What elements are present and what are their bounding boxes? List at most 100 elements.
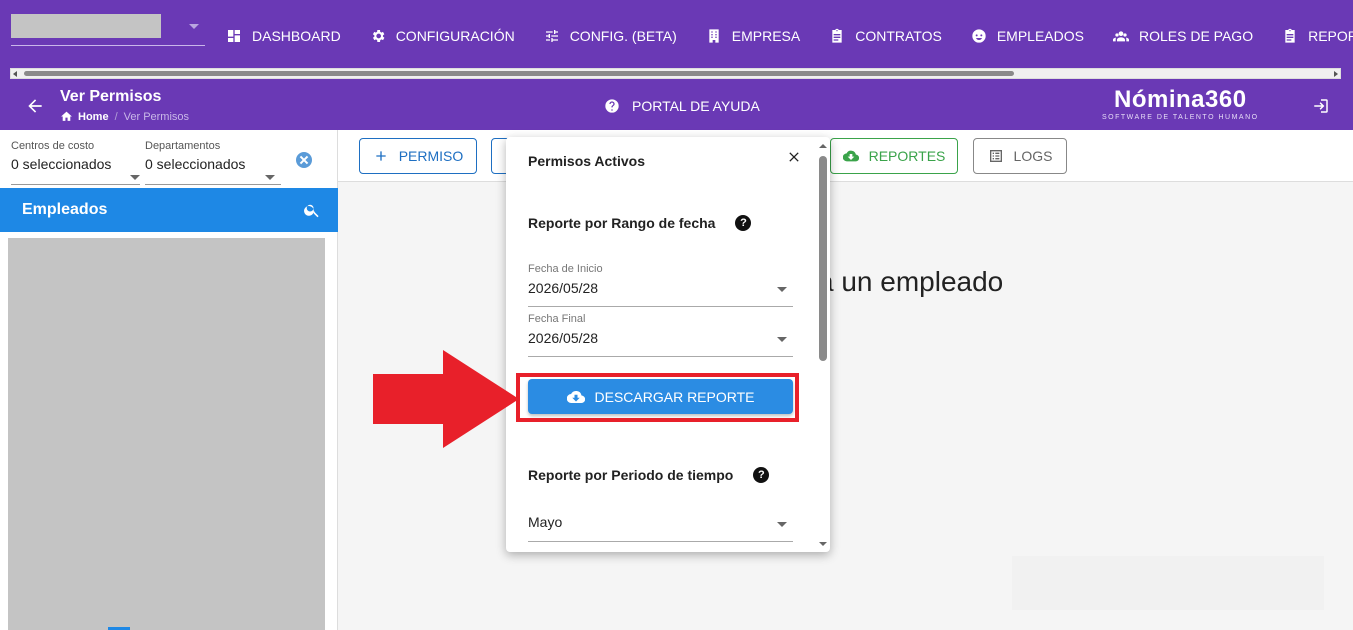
cost-center-filter[interactable]: Centros de costo 0 seleccionados bbox=[11, 140, 140, 185]
clear-filters-icon[interactable] bbox=[296, 152, 312, 168]
close-icon[interactable] bbox=[786, 149, 802, 165]
nav-label: CONFIG. (BETA) bbox=[569, 28, 677, 44]
section-title-text: Reporte por Rango de fecha bbox=[528, 215, 716, 231]
highlight-box bbox=[516, 373, 799, 422]
nav-reportes[interactable]: REPORTES bbox=[1282, 28, 1353, 44]
period-section-title: Reporte por Periodo de tiempo ? bbox=[528, 467, 770, 483]
end-date-label: Fecha Final bbox=[528, 313, 586, 325]
nav-configuracion[interactable]: CONFIGURACIÓN bbox=[370, 28, 515, 44]
face-icon bbox=[972, 29, 986, 43]
employee-panel: Centros de costo 0 seleccionados Departa… bbox=[0, 130, 338, 630]
help-portal-link[interactable]: PORTAL DE AYUDA bbox=[604, 98, 760, 114]
dialog-title: Permisos Activos bbox=[528, 153, 645, 169]
search-icon[interactable] bbox=[303, 201, 321, 219]
nav-label: EMPLEADOS bbox=[996, 28, 1084, 44]
nav-label: DASHBOARD bbox=[252, 28, 341, 44]
help-icon[interactable]: ? bbox=[735, 215, 752, 231]
nav-empleados[interactable]: EMPLEADOS bbox=[971, 28, 1084, 44]
help-circle-icon bbox=[605, 99, 619, 113]
brand-logo: Nómina360 SOFTWARE DE TALENTO HUMANO bbox=[1102, 86, 1259, 122]
nav-dashboard[interactable]: DASHBOARD bbox=[226, 28, 341, 44]
nav-label: ROLES DE PAGO bbox=[1138, 28, 1254, 44]
nav-label: REPORTES bbox=[1308, 28, 1353, 44]
scroll-left-icon[interactable] bbox=[13, 71, 17, 77]
company-select[interactable] bbox=[11, 14, 205, 46]
logs-button[interactable]: LOGS bbox=[973, 138, 1067, 174]
nav-empresa[interactable]: EMPRESA bbox=[706, 28, 800, 44]
help-label: PORTAL DE AYUDA bbox=[632, 98, 760, 114]
nav-contratos[interactable]: CONTRATOS bbox=[829, 28, 942, 44]
dashboard-icon bbox=[228, 30, 240, 42]
logout-icon[interactable] bbox=[1312, 97, 1330, 115]
breadcrumb-current: Ver Permisos bbox=[123, 110, 190, 123]
gear-icon bbox=[372, 30, 385, 42]
plus-icon bbox=[376, 151, 386, 161]
department-filter[interactable]: Departamentos 0 seleccionados bbox=[145, 140, 281, 185]
chevron-down-icon bbox=[777, 287, 787, 292]
toolbar: PERMISO REPORTES LOGS bbox=[338, 130, 1353, 182]
nav-label: EMPRESA bbox=[731, 28, 801, 44]
divider bbox=[11, 184, 140, 185]
permisos-report-dialog: Permisos Activos Reporte por Rango de fe… bbox=[506, 137, 830, 552]
arrow-left-icon[interactable] bbox=[25, 96, 45, 116]
nav-horizontal-scrollbar[interactable] bbox=[10, 68, 1341, 79]
scroll-up-icon[interactable] bbox=[819, 144, 827, 148]
brand-tagline: SOFTWARE DE TALENTO HUMANO bbox=[1102, 114, 1259, 121]
scroll-down-icon[interactable] bbox=[819, 542, 827, 546]
start-date-value: 2026/05/28 bbox=[528, 280, 599, 296]
breadcrumb-home[interactable]: Home bbox=[78, 111, 109, 123]
arrow-right-icon bbox=[373, 350, 519, 448]
page-header: Ver Permisos Home / Ver Permisos PORTAL … bbox=[0, 82, 1353, 130]
scroll-right-icon[interactable] bbox=[1334, 71, 1338, 77]
empty-state-message: a un empleado bbox=[818, 266, 1004, 297]
end-date-select[interactable]: Fecha Final 2026/05/28 bbox=[528, 313, 793, 357]
clipboard-icon bbox=[1285, 28, 1295, 43]
cost-center-value: 0 seleccionados bbox=[11, 156, 112, 172]
reportes-button[interactable]: REPORTES bbox=[830, 138, 958, 174]
clipboard-icon bbox=[832, 28, 842, 43]
building-icon bbox=[709, 29, 719, 43]
scrollbar-thumb[interactable] bbox=[24, 71, 1014, 76]
chevron-down-icon bbox=[189, 24, 199, 29]
divider bbox=[528, 356, 793, 357]
nav-config-beta[interactable]: CONFIG. (BETA) bbox=[544, 28, 677, 44]
nav-roles-de-pago[interactable]: ROLES DE PAGO bbox=[1112, 28, 1254, 44]
home-icon[interactable] bbox=[60, 110, 73, 123]
chevron-down-icon bbox=[130, 175, 140, 180]
add-permiso-button[interactable]: PERMISO bbox=[359, 138, 477, 174]
add-permiso-label: PERMISO bbox=[398, 148, 464, 164]
period-select[interactable]: Mayo bbox=[528, 509, 793, 543]
end-date-value: 2026/05/28 bbox=[528, 330, 599, 346]
brand-name: Nómina360 bbox=[1114, 86, 1247, 113]
date-range-section-title: Reporte por Rango de fecha ? bbox=[528, 215, 752, 231]
reportes-label: REPORTES bbox=[868, 148, 946, 164]
employee-list[interactable] bbox=[8, 238, 325, 630]
top-navbar: DASHBOARD CONFIGURACIÓN CONFIG. (BETA) E… bbox=[0, 0, 1353, 82]
cost-center-label: Centros de costo bbox=[11, 140, 95, 152]
breadcrumb: Home / Ver Permisos bbox=[60, 110, 189, 123]
nav-label: CONTRATOS bbox=[855, 28, 942, 44]
period-value: Mayo bbox=[528, 514, 563, 530]
divider bbox=[528, 306, 793, 307]
group-icon bbox=[1112, 31, 1129, 42]
section-title-text: Reporte por Periodo de tiempo bbox=[528, 467, 734, 483]
chevron-down-icon bbox=[265, 175, 275, 180]
employees-header: Empleados bbox=[0, 188, 338, 232]
dialog-scrollbar[interactable] bbox=[816, 140, 828, 550]
page-title: Ver Permisos bbox=[60, 88, 162, 105]
breadcrumb-separator: / bbox=[114, 110, 118, 123]
start-date-label: Fecha de Inicio bbox=[528, 263, 603, 275]
department-label: Departamentos bbox=[145, 140, 221, 152]
company-select-value bbox=[11, 14, 161, 38]
sliders-icon bbox=[545, 30, 558, 42]
scrollbar-thumb[interactable] bbox=[819, 156, 827, 361]
divider bbox=[528, 541, 793, 542]
main-nav: DASHBOARD CONFIGURACIÓN CONFIG. (BETA) E… bbox=[226, 25, 1353, 47]
department-value: 0 seleccionados bbox=[145, 156, 246, 172]
chevron-down-icon bbox=[777, 337, 787, 342]
help-icon[interactable]: ? bbox=[753, 467, 770, 483]
chevron-down-icon bbox=[777, 522, 787, 527]
cloud-download-icon bbox=[842, 150, 859, 162]
logs-label: LOGS bbox=[1013, 148, 1053, 164]
start-date-select[interactable]: Fecha de Inicio 2026/05/28 bbox=[528, 263, 793, 307]
